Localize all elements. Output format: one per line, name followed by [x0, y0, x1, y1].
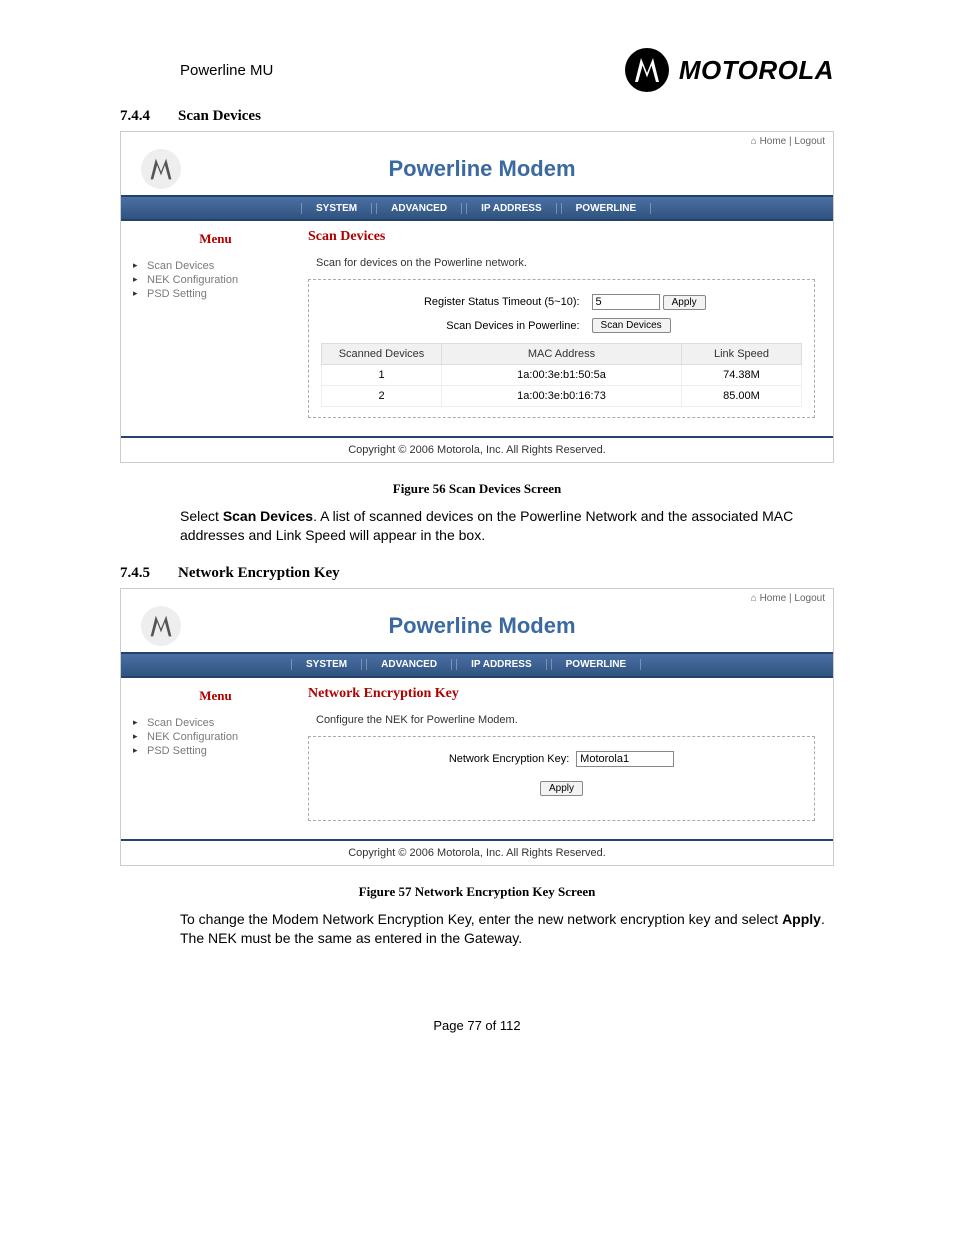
- motorola-wordmark: MOTOROLA: [679, 55, 834, 86]
- tab-system[interactable]: SYSTEM: [291, 659, 362, 670]
- figure-56-caption: Figure 56 Scan Devices Screen: [120, 481, 834, 497]
- sidebar: Menu Scan Devices NEK Configuration PSD …: [121, 678, 304, 839]
- top-logout-link[interactable]: Logout: [794, 136, 825, 147]
- main-heading-nek: Network Encryption Key: [308, 686, 815, 702]
- scan-devices-button[interactable]: Scan Devices: [592, 318, 671, 333]
- tab-advanced[interactable]: ADVANCED: [376, 203, 462, 214]
- sidebar: Menu Scan Devices NEK Configuration PSD …: [121, 221, 304, 436]
- section-745-number: 7.4.5: [120, 565, 160, 582]
- sidebar-item-psd-setting[interactable]: PSD Setting: [133, 744, 298, 758]
- section-744-number: 7.4.4: [120, 108, 160, 125]
- table-row: 2 1a:00:3e:b0:16:73 85.00M: [322, 386, 802, 407]
- sidebar-item-scan-devices[interactable]: Scan Devices: [133, 259, 298, 273]
- table-row: 1 1a:00:3e:b1:50:5a 74.38M: [322, 365, 802, 386]
- cell-idx: 1: [322, 365, 442, 386]
- home-icon: ⌂: [751, 593, 757, 604]
- section-745-body: To change the Modem Network Encryption K…: [120, 910, 834, 948]
- section-745-title: Network Encryption Key: [178, 565, 340, 582]
- doc-header-title: Powerline MU: [120, 62, 273, 79]
- tab-system[interactable]: SYSTEM: [301, 203, 372, 214]
- cell-mac: 1a:00:3e:b0:16:73: [442, 386, 682, 407]
- top-home-link[interactable]: Home: [760, 593, 787, 604]
- sidebar-item-psd-setting[interactable]: PSD Setting: [133, 287, 298, 301]
- tab-powerline[interactable]: POWERLINE: [551, 659, 642, 670]
- modem-page-title: Powerline Modem: [191, 613, 773, 639]
- section-744-body: Select Scan Devices. A list of scanned d…: [120, 507, 834, 545]
- figure-57-caption: Figure 57 Network Encryption Key Screen: [120, 884, 834, 900]
- sidebar-item-nek-configuration[interactable]: NEK Configuration: [133, 273, 298, 287]
- modem-footer: Copyright © 2006 Motorola, Inc. All Righ…: [121, 436, 833, 462]
- top-logout-link[interactable]: Logout: [794, 593, 825, 604]
- motorola-m-icon: [625, 48, 669, 92]
- scan-devices-description: Scan for devices on the Powerline networ…: [316, 257, 815, 269]
- sidebar-menu-heading: Menu: [133, 688, 298, 704]
- top-home-link[interactable]: Home: [760, 136, 787, 147]
- main-heading-scan-devices: Scan Devices: [308, 229, 815, 245]
- timeout-label: Register Status Timeout (5~10):: [321, 290, 586, 314]
- modem-page-title: Powerline Modem: [191, 156, 773, 182]
- cell-idx: 2: [322, 386, 442, 407]
- tab-advanced[interactable]: ADVANCED: [366, 659, 452, 670]
- apply-button[interactable]: Apply: [663, 295, 706, 310]
- modem-logo-icon: [141, 606, 181, 646]
- page-number: Page 77 of 112: [120, 1018, 834, 1033]
- modem-footer: Copyright © 2006 Motorola, Inc. All Righ…: [121, 839, 833, 865]
- tab-ip-address[interactable]: IP ADDRESS: [456, 659, 547, 670]
- th-scanned-devices: Scanned Devices: [322, 344, 442, 365]
- tab-powerline[interactable]: POWERLINE: [561, 203, 652, 214]
- nek-field-label: Network Encryption Key:: [449, 753, 569, 765]
- main-navbar: SYSTEM ADVANCED IP ADDRESS POWERLINE: [121, 195, 833, 221]
- figure-57-screenshot: ⌂ Home | Logout Powerline Modem SYSTEM A…: [120, 588, 834, 866]
- figure-56-screenshot: ⌂ Home | Logout Powerline Modem SYSTEM A…: [120, 131, 834, 463]
- section-744-title: Scan Devices: [178, 108, 261, 125]
- sidebar-item-scan-devices[interactable]: Scan Devices: [133, 716, 298, 730]
- sidebar-menu-heading: Menu: [133, 231, 298, 247]
- tab-ip-address[interactable]: IP ADDRESS: [466, 203, 557, 214]
- cell-speed: 74.38M: [682, 365, 802, 386]
- modem-logo-icon: [141, 149, 181, 189]
- nek-apply-button[interactable]: Apply: [540, 781, 583, 796]
- timeout-input[interactable]: [592, 294, 660, 310]
- motorola-logo: MOTOROLA: [625, 48, 834, 92]
- nek-field-input[interactable]: [576, 751, 674, 767]
- nek-description: Configure the NEK for Powerline Modem.: [316, 714, 815, 726]
- cell-speed: 85.00M: [682, 386, 802, 407]
- cell-mac: 1a:00:3e:b1:50:5a: [442, 365, 682, 386]
- sidebar-item-nek-configuration[interactable]: NEK Configuration: [133, 730, 298, 744]
- main-navbar: SYSTEM ADVANCED IP ADDRESS POWERLINE: [121, 652, 833, 678]
- scan-label: Scan Devices in Powerline:: [321, 314, 586, 337]
- home-icon: ⌂: [751, 136, 757, 147]
- th-mac-address: MAC Address: [442, 344, 682, 365]
- th-link-speed: Link Speed: [682, 344, 802, 365]
